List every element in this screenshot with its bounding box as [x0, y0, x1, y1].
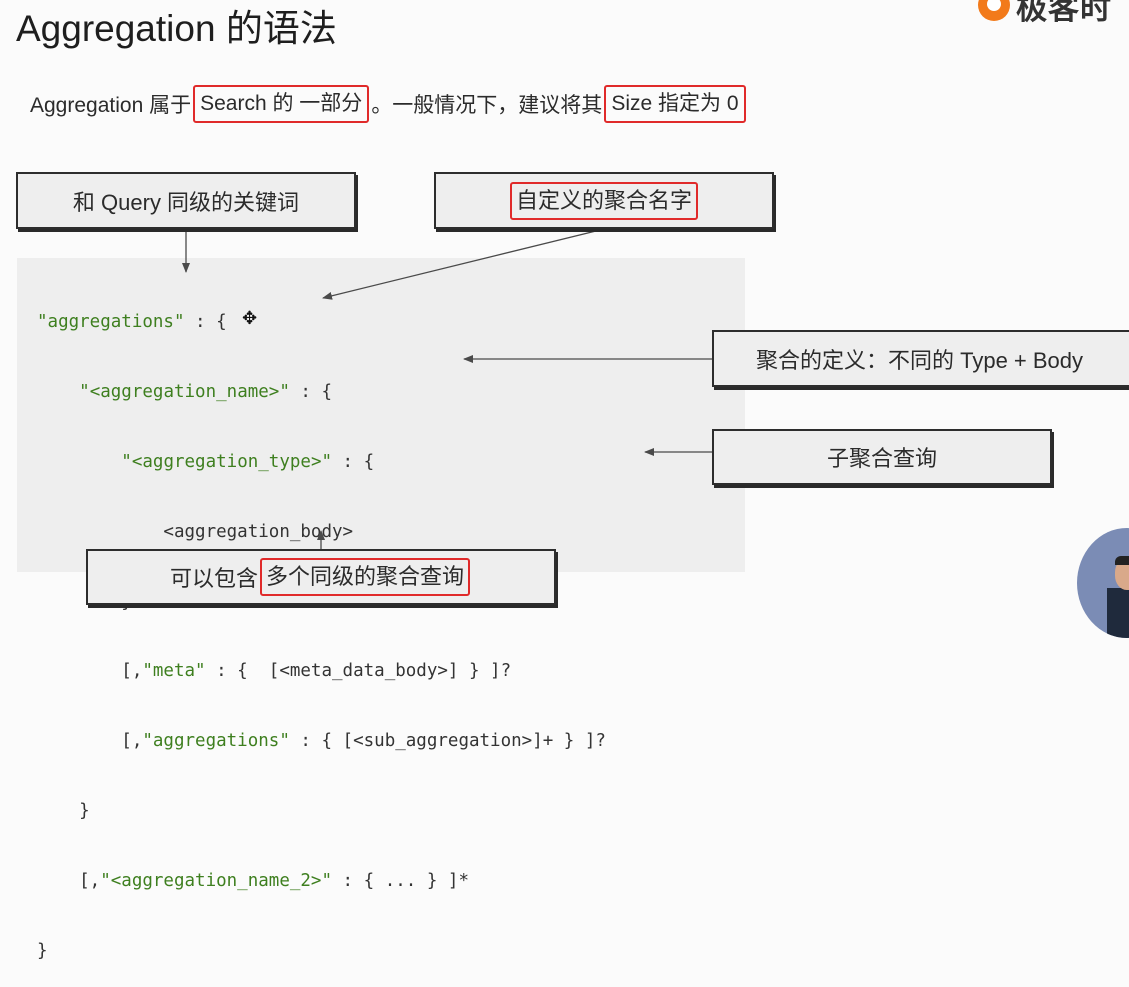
highlight-multiple: 多个同级的聚合查询 [260, 558, 471, 596]
callout-multiple-aggregations: 可以包含 多个同级的聚合查询 [86, 549, 556, 605]
code-string: "<aggregation_type>" [121, 451, 333, 472]
highlight-size-zero: Size 指定为 0 [604, 85, 746, 123]
code-line-9: [,"<aggregation_name_2>" : { ... } ]* [37, 867, 606, 897]
code-string: "aggregations" [142, 731, 290, 752]
code-string: "<aggregation_name>" [79, 381, 290, 402]
code-text: [, [37, 661, 143, 682]
code-line-8: } [37, 801, 90, 822]
subtitle-text-1: Aggregation 属于 [30, 94, 192, 117]
code-string: "meta" [142, 661, 206, 682]
code-text: : { [<meta_data_body>] } ]? [205, 661, 512, 682]
code-line-1: "aggregations" : { [37, 308, 606, 338]
callout-aggregation-definition: 聚合的定义：不同的 Type + Body [712, 330, 1129, 387]
code-text: : { [289, 381, 333, 402]
code-string: "aggregations" [37, 312, 185, 332]
callout-text: 和 Query 同级的关键词 [72, 189, 300, 215]
callout-text: 子聚合查询 [826, 446, 937, 471]
callout-text: 可以包含 [169, 566, 258, 591]
slide-title: Aggregation 的语法 [16, 8, 337, 49]
code-text: [, [37, 871, 101, 892]
code-text: : { ... } ]* [332, 871, 469, 892]
code-line-10: } [37, 941, 48, 962]
code-line-6: [,"meta" : { [<meta_data_body>] } ]? [37, 657, 606, 687]
logo-text: 极客时 [1016, 0, 1112, 26]
code-text: : { [<sub_aggregation>]+ } ]? [289, 731, 606, 752]
code-line-3: "<aggregation_type>" : { [37, 448, 606, 478]
code-block: "aggregations" : { "<aggregation_name>" … [37, 268, 606, 987]
code-line-7: [,"aggregations" : { [<sub_aggregation>]… [37, 727, 606, 757]
callout-text: 聚合的定义：不同的 Type + Body [756, 347, 1084, 373]
callout-sub-aggregation: 子聚合查询 [712, 429, 1052, 485]
code-line-2: "<aggregation_name>" : { [37, 378, 606, 408]
subtitle-text-2: 。一般情况下，建议将其 [371, 94, 603, 117]
move-cursor-icon: ✥ [242, 308, 258, 328]
logo-icon [978, 0, 1010, 21]
code-text: [, [37, 731, 143, 752]
code-line-4: <aggregation_body> [37, 521, 354, 542]
brand-logo: 极客时 [978, 0, 1112, 26]
code-string: "<aggregation_name_2>" [100, 871, 333, 892]
code-text: : { [184, 312, 227, 332]
highlight-search-part: Search 的 一部分 [193, 85, 370, 123]
callout-aggregation-name: 自定义的聚合名字 [434, 172, 774, 229]
callout-query-keyword: 和 Query 同级的关键词 [16, 172, 356, 229]
slide-subtitle: Aggregation 属于 Search 的 一部分 。一般情况下，建议将其 … [30, 85, 748, 123]
presenter-avatar [1077, 528, 1129, 638]
code-text: : { [332, 451, 375, 472]
highlight-custom-name: 自定义的聚合名字 [509, 181, 698, 220]
